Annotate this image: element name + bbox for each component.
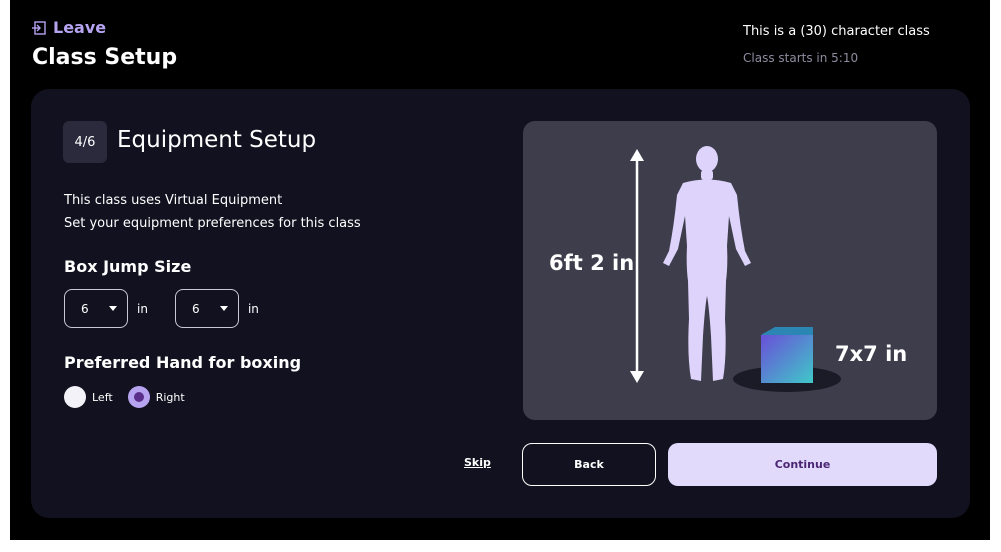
- human-figure-icon: [663, 146, 751, 381]
- radio-circle-selected: [127, 386, 150, 408]
- chevron-down-icon: [219, 306, 228, 311]
- hand-heading: Preferred Hand for boxing: [64, 353, 302, 372]
- setup-card: 4/6 Equipment Setup This class uses Virt…: [31, 89, 970, 518]
- description-line: Set your equipment preferences for this …: [64, 216, 361, 231]
- chevron-down-icon: [109, 306, 117, 311]
- unit-label: in: [247, 301, 259, 316]
- app-window: Leave Class Setup This is a (30) charact…: [10, 0, 990, 540]
- radio-label: Left: [92, 390, 113, 404]
- box-size-row: 6 in 6 in: [64, 289, 286, 328]
- description: This class uses Virtual Equipment Set yo…: [64, 189, 361, 235]
- arrow-up-icon: [630, 149, 644, 161]
- unit-label: in: [137, 301, 148, 316]
- class-description: This is a (30) character class: [743, 24, 930, 39]
- radio-circle-unselected: [64, 386, 86, 408]
- class-info: This is a (30) character class Class sta…: [743, 24, 963, 65]
- page-title: Class Setup: [32, 45, 178, 70]
- skip-link[interactable]: Skip: [464, 456, 491, 469]
- step-badge: 4/6: [63, 121, 107, 163]
- leave-button[interactable]: Leave: [32, 18, 106, 37]
- section-title: Equipment Setup: [117, 127, 317, 153]
- box-jump-heading: Box Jump Size: [64, 257, 192, 276]
- select-value: 6: [81, 301, 89, 316]
- radio-left[interactable]: Left: [64, 386, 113, 408]
- box-top: [761, 327, 813, 335]
- box-height-select[interactable]: 6: [174, 289, 239, 328]
- height-label: 6ft 2 in: [549, 251, 635, 275]
- description-line: This class uses Virtual Equipment: [64, 193, 283, 208]
- plyo-box-icon: [761, 335, 813, 383]
- radio-right[interactable]: Right: [127, 386, 185, 408]
- hand-radio-group: Left Right: [64, 386, 200, 408]
- equipment-illustration: 6ft 2 in 7x7 in: [523, 121, 937, 420]
- class-start-countdown: Class starts in 5:10: [743, 51, 859, 65]
- radio-label: Right: [155, 390, 185, 404]
- back-button[interactable]: Back: [522, 443, 656, 486]
- continue-button[interactable]: Continue: [668, 443, 937, 486]
- exit-door-icon: [32, 20, 46, 35]
- box-width-select[interactable]: 6: [64, 289, 128, 328]
- arrow-down-icon: [630, 371, 644, 383]
- select-value: 6: [191, 301, 200, 316]
- leave-label: Leave: [53, 18, 107, 37]
- box-size-label: 7x7 in: [835, 342, 908, 366]
